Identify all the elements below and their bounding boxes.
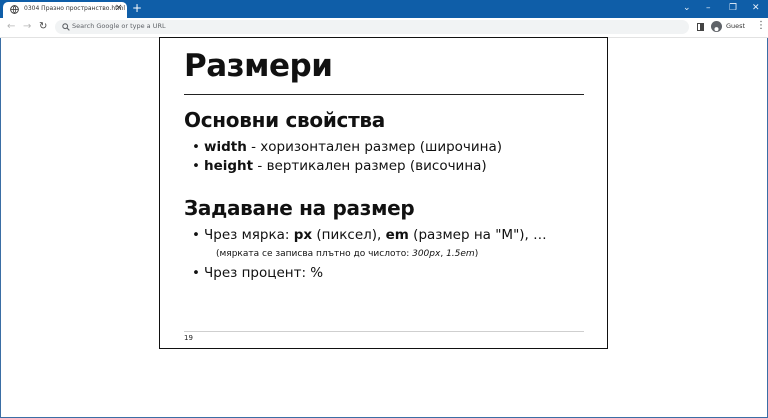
term-description: - хоризонтален размер (широчина) — [246, 139, 503, 155]
address-placeholder: Search Google or type a URL — [72, 22, 166, 30]
text: (мярката се записва плътно до числото: — [216, 249, 413, 259]
search-icon — [62, 23, 70, 31]
list-item: height - вертикален размер (височина) — [192, 158, 487, 174]
tab-active[interactable]: 0304 Празно пространство.html × — [3, 2, 127, 18]
tab-strip: 0304 Празно пространство.html × + ⌄ – ❐ … — [0, 0, 768, 18]
tab-search-dropdown-icon[interactable]: ⌄ — [683, 2, 691, 14]
globe-icon — [10, 5, 19, 14]
page-number: 19 — [184, 334, 193, 342]
close-window-button[interactable]: ✕ — [752, 2, 760, 14]
slide: Размери Основни свойства width - хоризон… — [159, 37, 608, 349]
minimize-button[interactable]: – — [706, 2, 711, 14]
list-item: width - хоризонтален размер (широчина) — [192, 139, 503, 155]
list-item: Чрез процент: % — [192, 265, 323, 281]
term-height: height — [204, 158, 254, 174]
usage-note: (мярката се записва плътно до числото: 3… — [216, 249, 478, 259]
unit-em: em — [385, 227, 409, 243]
footer-divider — [184, 331, 584, 332]
section-heading-setting-size: Задаване на размер — [184, 196, 415, 220]
browser-toolbar: ← → ↻ Search Google or type a URL Guest … — [0, 18, 768, 38]
reload-button[interactable]: ↻ — [39, 22, 47, 32]
text: (размер на "M"), … — [408, 227, 547, 243]
restore-button[interactable]: ❐ — [729, 2, 737, 14]
term-description: - вертикален размер (височина) — [253, 158, 487, 174]
tab-close-icon[interactable]: × — [115, 3, 123, 13]
address-bar[interactable]: Search Google or type a URL — [55, 20, 689, 34]
forward-button[interactable]: → — [23, 22, 31, 32]
text: (пиксел), — [312, 227, 386, 243]
text: Чрез мярка: — [204, 227, 294, 243]
side-panel-icon[interactable] — [697, 23, 704, 31]
example-em: 1.5em — [446, 249, 475, 259]
example-px: 300px — [412, 249, 441, 259]
back-button[interactable]: ← — [7, 22, 15, 32]
text: ) — [474, 249, 479, 259]
guest-avatar-icon[interactable] — [711, 21, 722, 32]
unit-px: px — [293, 227, 313, 243]
profile-label[interactable]: Guest — [726, 22, 745, 30]
new-tab-button[interactable]: + — [132, 1, 142, 15]
section-heading-basic-properties: Основни свойства — [184, 108, 385, 132]
list-item: Чрез мярка: px (пиксел), em (размер на "… — [192, 227, 547, 243]
term-width: width — [204, 139, 247, 155]
menu-icon[interactable]: ⋮ — [756, 20, 766, 32]
tab-title: 0304 Празно пространство.html — [24, 5, 126, 12]
slide-title: Размери — [184, 48, 333, 84]
title-divider — [184, 94, 584, 95]
